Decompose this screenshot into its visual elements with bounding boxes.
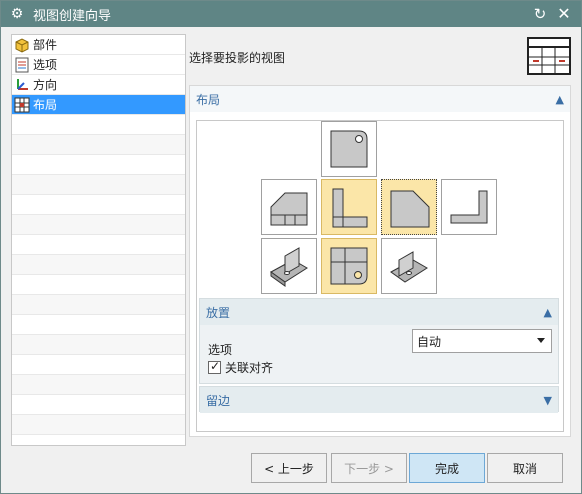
list-item bbox=[12, 155, 185, 175]
list-item bbox=[12, 295, 185, 315]
back-button-label: < 上一步 bbox=[264, 461, 314, 476]
list-item bbox=[12, 355, 185, 375]
view-tile-back[interactable] bbox=[441, 179, 497, 235]
layout-preview-icon bbox=[527, 37, 571, 75]
view-tile-iso-right[interactable] bbox=[381, 238, 437, 294]
cancel-button[interactable]: 取消 bbox=[487, 453, 563, 483]
step-header-label: 选择要投影的视图 bbox=[189, 51, 286, 65]
cube-icon bbox=[14, 37, 30, 53]
view-tile-front[interactable] bbox=[321, 179, 377, 235]
wizard-steps-list: 部件 选项 方向 布局 bbox=[11, 34, 186, 446]
view-tile-left[interactable] bbox=[261, 179, 317, 235]
list-item bbox=[12, 255, 185, 275]
axes-icon bbox=[14, 77, 30, 93]
layout-panel: 布局 ▲ 放置 ▲ 选项 自动 ✓ 关联对齐 留边 ▼ bbox=[189, 85, 571, 437]
layout-section-header[interactable]: 布局 ▲ bbox=[190, 86, 570, 112]
checklist-icon bbox=[14, 57, 30, 73]
associative-align-row[interactable]: 关联对齐 bbox=[208, 359, 273, 376]
finish-button-label: 完成 bbox=[434, 461, 459, 476]
list-item bbox=[12, 335, 185, 355]
option-label: 选项 bbox=[208, 343, 233, 357]
next-button[interactable]: 下一步 > bbox=[331, 453, 407, 483]
dropdown-arrow-icon bbox=[537, 338, 545, 343]
list-item bbox=[12, 375, 185, 395]
cancel-button-label: 取消 bbox=[512, 461, 537, 476]
finish-button[interactable]: 完成 bbox=[409, 453, 485, 483]
list-item bbox=[12, 175, 185, 195]
reset-icon[interactable]: ↻ bbox=[531, 5, 549, 23]
back-button[interactable]: < 上一步 bbox=[251, 453, 327, 483]
sidebar-item-orientation[interactable]: 方向 bbox=[12, 75, 185, 95]
window-title: 视图创建向导 bbox=[33, 8, 112, 24]
placement-section-header[interactable]: 放置 ▲ bbox=[200, 299, 558, 325]
sidebar-item-label: 布局 bbox=[33, 98, 58, 112]
placement-section: 放置 ▲ 选项 自动 关联对齐 bbox=[199, 298, 559, 384]
associative-align-checkbox[interactable] bbox=[208, 359, 221, 374]
layout-section-title: 布局 bbox=[196, 92, 221, 107]
margin-section-title: 留边 bbox=[206, 393, 231, 408]
list-item bbox=[12, 235, 185, 255]
list-item bbox=[12, 115, 185, 135]
gear-icon: ⚙ bbox=[10, 6, 24, 22]
list-item bbox=[12, 315, 185, 335]
next-button-label: 下一步 > bbox=[344, 461, 394, 476]
close-icon[interactable]: ✕ bbox=[555, 5, 573, 23]
list-item bbox=[12, 195, 185, 215]
chevron-up-icon: ▲ bbox=[543, 305, 552, 319]
title-bar: ⚙ 视图创建向导 ↻ ✕ bbox=[1, 1, 581, 27]
sidebar-item-layout[interactable]: 布局 bbox=[12, 95, 185, 115]
sidebar-item-label: 部件 bbox=[33, 38, 58, 52]
list-item bbox=[12, 395, 185, 415]
list-item bbox=[12, 215, 185, 235]
view-tile-bottom[interactable] bbox=[321, 238, 377, 294]
list-item bbox=[12, 275, 185, 295]
chevron-up-icon: ▲ bbox=[555, 92, 564, 106]
list-item bbox=[12, 415, 185, 435]
list-item bbox=[12, 135, 185, 155]
sidebar-item-options[interactable]: 选项 bbox=[12, 55, 185, 75]
sidebar-item-part[interactable]: 部件 bbox=[12, 35, 185, 55]
chevron-down-icon: ▼ bbox=[543, 393, 552, 407]
associative-align-label: 关联对齐 bbox=[225, 361, 274, 375]
placement-section-title: 放置 bbox=[206, 305, 231, 320]
view-tile-iso-left[interactable] bbox=[261, 238, 317, 294]
sidebar-item-label: 方向 bbox=[33, 78, 58, 92]
option-dropdown[interactable]: 自动 bbox=[412, 329, 552, 353]
layout-grid-area: 放置 ▲ 选项 自动 关联对齐 留边 ▼ bbox=[196, 120, 564, 432]
grid-layout-icon bbox=[14, 97, 30, 113]
sidebar-item-label: 选项 bbox=[33, 58, 58, 72]
view-tile-right[interactable] bbox=[381, 179, 437, 235]
option-dropdown-value: 自动 bbox=[417, 334, 442, 349]
margin-section-header[interactable]: 留边 ▼ bbox=[200, 387, 558, 413]
view-creation-wizard-window: ⚙ 视图创建向导 ↻ ✕ 部件 选项 方向 布局 选择要投影的视图 布局 ▲ 放… bbox=[0, 0, 582, 494]
margin-section: 留边 ▼ bbox=[199, 386, 559, 413]
view-tile-top[interactable] bbox=[321, 121, 377, 177]
